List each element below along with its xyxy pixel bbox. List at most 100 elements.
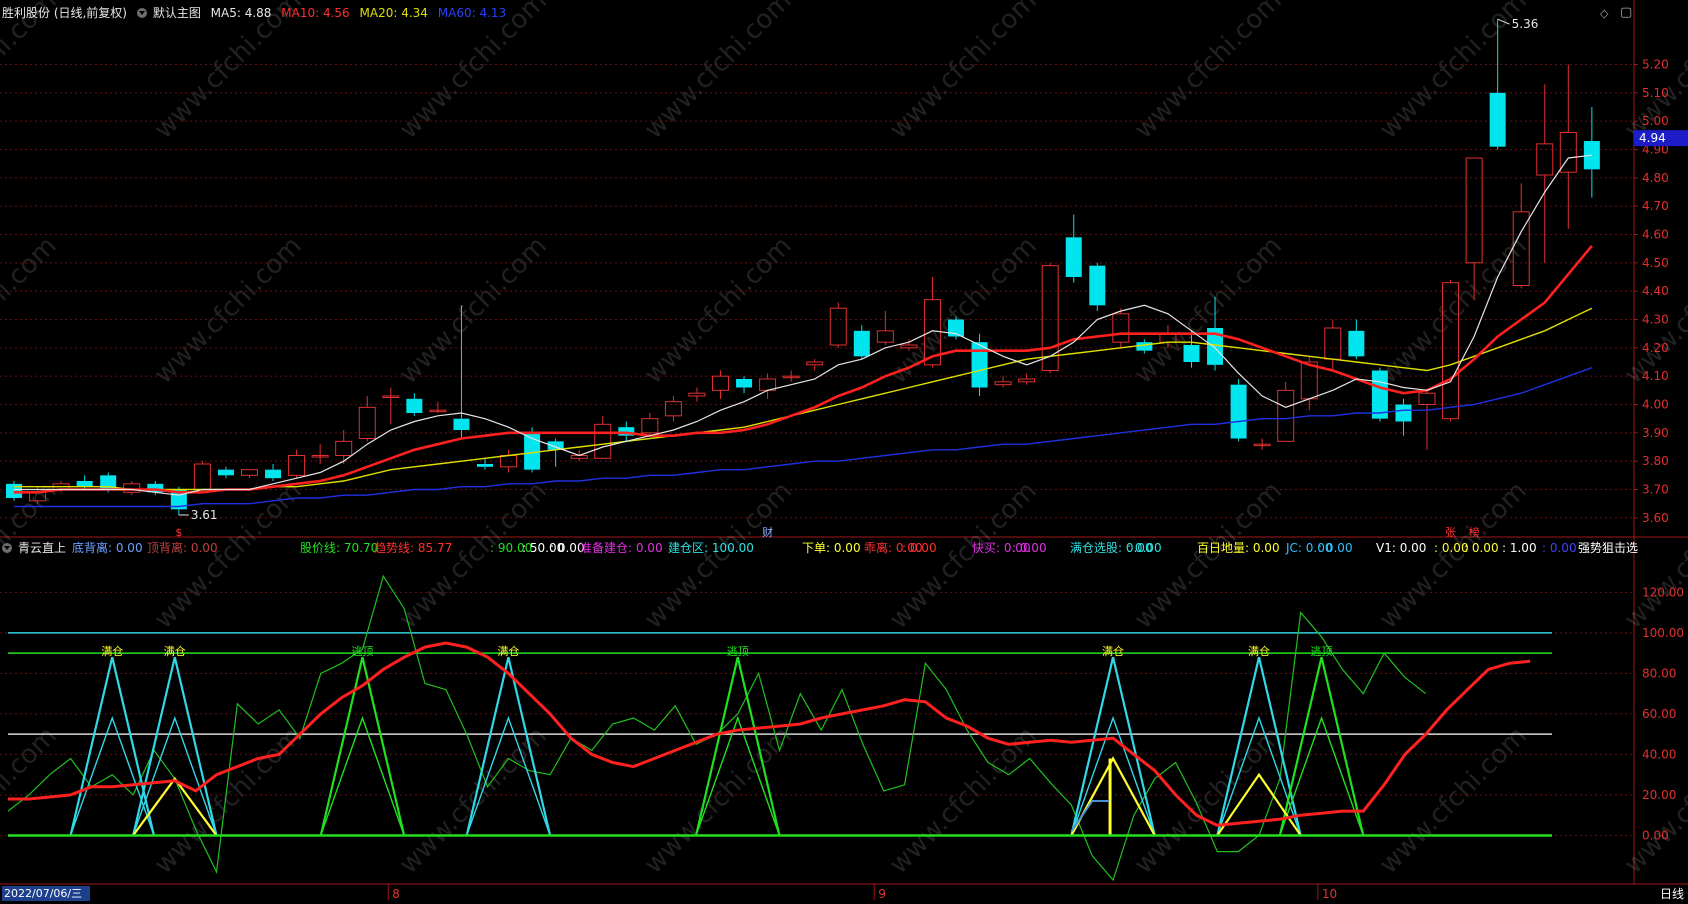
candle-body — [217, 469, 234, 476]
candle-body — [1183, 345, 1200, 362]
watermark-logo: www.cfchi.com — [639, 231, 798, 390]
order-signal-spike — [1070, 756, 1156, 836]
event-marker: $ — [175, 526, 182, 539]
full-position-label: 满仓 — [164, 644, 186, 658]
indicator-value: 顶背离: 0.00 — [147, 541, 218, 555]
price-tick-label: 4.70 — [1642, 199, 1669, 213]
watermark-logo: www.cfchi.com — [0, 231, 63, 390]
price-tick-label: 3.80 — [1642, 454, 1669, 468]
candle-body — [1489, 92, 1506, 147]
watermark-logo: www.cfchi.com — [1374, 0, 1533, 145]
candle-body — [664, 401, 682, 417]
candle-body — [265, 469, 282, 479]
indicator-value: 股价线: 70.70 — [300, 541, 379, 555]
watermark-logo: www.cfchi.com — [1374, 721, 1533, 880]
watermark-logo: www.cfchi.com — [149, 231, 308, 390]
diamond-icon[interactable]: ◇ — [1600, 7, 1608, 20]
time-tick-label: 10 — [1322, 887, 1337, 901]
indicator-name[interactable]: 青云直上 — [18, 541, 66, 555]
watermark-logo: www.cfchi.com — [1129, 721, 1288, 880]
candle-body — [876, 330, 894, 343]
indicator-value: : 0.00 — [1012, 541, 1047, 555]
watermark-logo: www.cfchi.com — [394, 0, 553, 145]
candle-body — [477, 464, 493, 467]
watermark: www.cfchi.com www.cfchi.com www.cfchi.com w… — [0, 0, 1688, 880]
price-tick-label: 4.10 — [1642, 369, 1669, 383]
candle-body — [829, 307, 847, 346]
indicator-value: : 0.00 — [902, 541, 937, 555]
indicator-value: : 0.00 — [1542, 541, 1577, 555]
kline-chart[interactable]: www.cfchi.com www.cfchi.com www.cfchi.com w… — [0, 0, 1688, 904]
candle-body — [335, 440, 353, 457]
indicator-tick-label: 120.00 — [1642, 585, 1684, 599]
indicator-value: 建仓区: 100.00 — [668, 541, 754, 555]
ma20-readout: MA20: 4.34 — [359, 6, 428, 20]
candle-body — [1536, 143, 1554, 176]
watermark-logo: www.cfchi.com — [884, 0, 1043, 145]
indicator-value: : 0.00 — [1127, 541, 1162, 555]
main-chart-header: 胜利股份 (日线,前复权) 默认主图 MA5: 4.88 MA10: 4.56 … — [2, 5, 512, 21]
full-position-spike-inner — [1070, 715, 1156, 836]
watermark-logo: www.cfchi.com — [884, 231, 1043, 390]
full-position-label: 满仓 — [101, 644, 123, 658]
time-tick-label: 8 — [392, 887, 400, 901]
candle-body — [1230, 384, 1247, 439]
indicator-value: 准备建仓: 0.00 — [580, 541, 663, 555]
ma60-line — [14, 367, 1593, 508]
price-tick-label: 5.10 — [1642, 86, 1669, 100]
candle-body — [594, 423, 612, 459]
candle-body — [193, 463, 211, 490]
current-price-value: 4.94 — [1639, 131, 1666, 145]
indicator-value: : 0.00 — [1464, 541, 1499, 555]
full-position-label: 满仓 — [497, 644, 519, 658]
candle-body — [736, 379, 753, 388]
candle-body — [241, 469, 258, 476]
candle-body — [1065, 237, 1082, 277]
candle-body — [1089, 265, 1106, 306]
price-tick-label: 3.70 — [1642, 483, 1669, 497]
stock-title: 胜利股份 (日线,前复权) — [2, 6, 127, 20]
watermark-logo: www.cfchi.com — [1129, 231, 1288, 390]
price-tick-label: 5.20 — [1642, 58, 1669, 72]
low-price-label: 3.61 — [191, 508, 218, 522]
period-selector[interactable]: 日线 — [1660, 886, 1684, 902]
candle-body — [1041, 265, 1059, 371]
event-marker: 财 — [762, 525, 773, 539]
escape-top-label: 逃顶 — [727, 645, 749, 658]
dropdown-icon[interactable] — [136, 8, 147, 18]
candle-body — [288, 455, 306, 476]
candle-body — [712, 375, 729, 391]
candle-body — [123, 483, 141, 493]
candle-body — [1418, 392, 1436, 405]
watermark-logo: www.cfchi.com — [149, 0, 308, 145]
full-position-spike — [69, 656, 156, 836]
indicator-value: V1: 0.00 — [1376, 541, 1427, 555]
indicator-value: 百日地量: 0.00 — [1197, 541, 1280, 555]
price-tick-label: 4.20 — [1642, 341, 1669, 355]
escape-top-label: 逃顶 — [351, 645, 373, 658]
candle-body — [453, 418, 470, 430]
price-tick-label: 4.60 — [1642, 228, 1669, 242]
window-restore-icon[interactable]: ▢ — [1620, 5, 1632, 20]
watermark-logo: www.cfchi.com — [1129, 0, 1288, 145]
indicator-value: 强势狙击选 — [1578, 541, 1639, 555]
indicator-tick-label: 100.00 — [1642, 626, 1684, 640]
price-tick-label: 4.50 — [1642, 256, 1669, 270]
candle-body — [1395, 404, 1412, 422]
ma60-readout: MA60: 4.13 — [437, 6, 507, 20]
indicator-value: 下单: 0.00 — [802, 541, 861, 555]
indicator-dropdown-icon[interactable] — [2, 543, 12, 553]
ma10-readout: MA10: 4.56 — [281, 6, 350, 20]
candle-body — [1136, 342, 1153, 351]
candle-body — [1324, 327, 1342, 360]
price-tick-label: 3.60 — [1642, 511, 1669, 525]
full-position-spike — [1070, 656, 1156, 836]
candle-body — [406, 398, 423, 413]
candle-body — [1371, 370, 1388, 419]
watermark-logo: www.cfchi.com — [639, 0, 798, 145]
template-selector[interactable]: 默认主图 — [153, 6, 201, 20]
price-tick-label: 4.80 — [1642, 171, 1669, 185]
price-tick-label: 3.90 — [1642, 426, 1669, 440]
escape-top-label: 逃顶 — [1311, 645, 1333, 658]
escape-top-spike-inner — [320, 715, 405, 836]
